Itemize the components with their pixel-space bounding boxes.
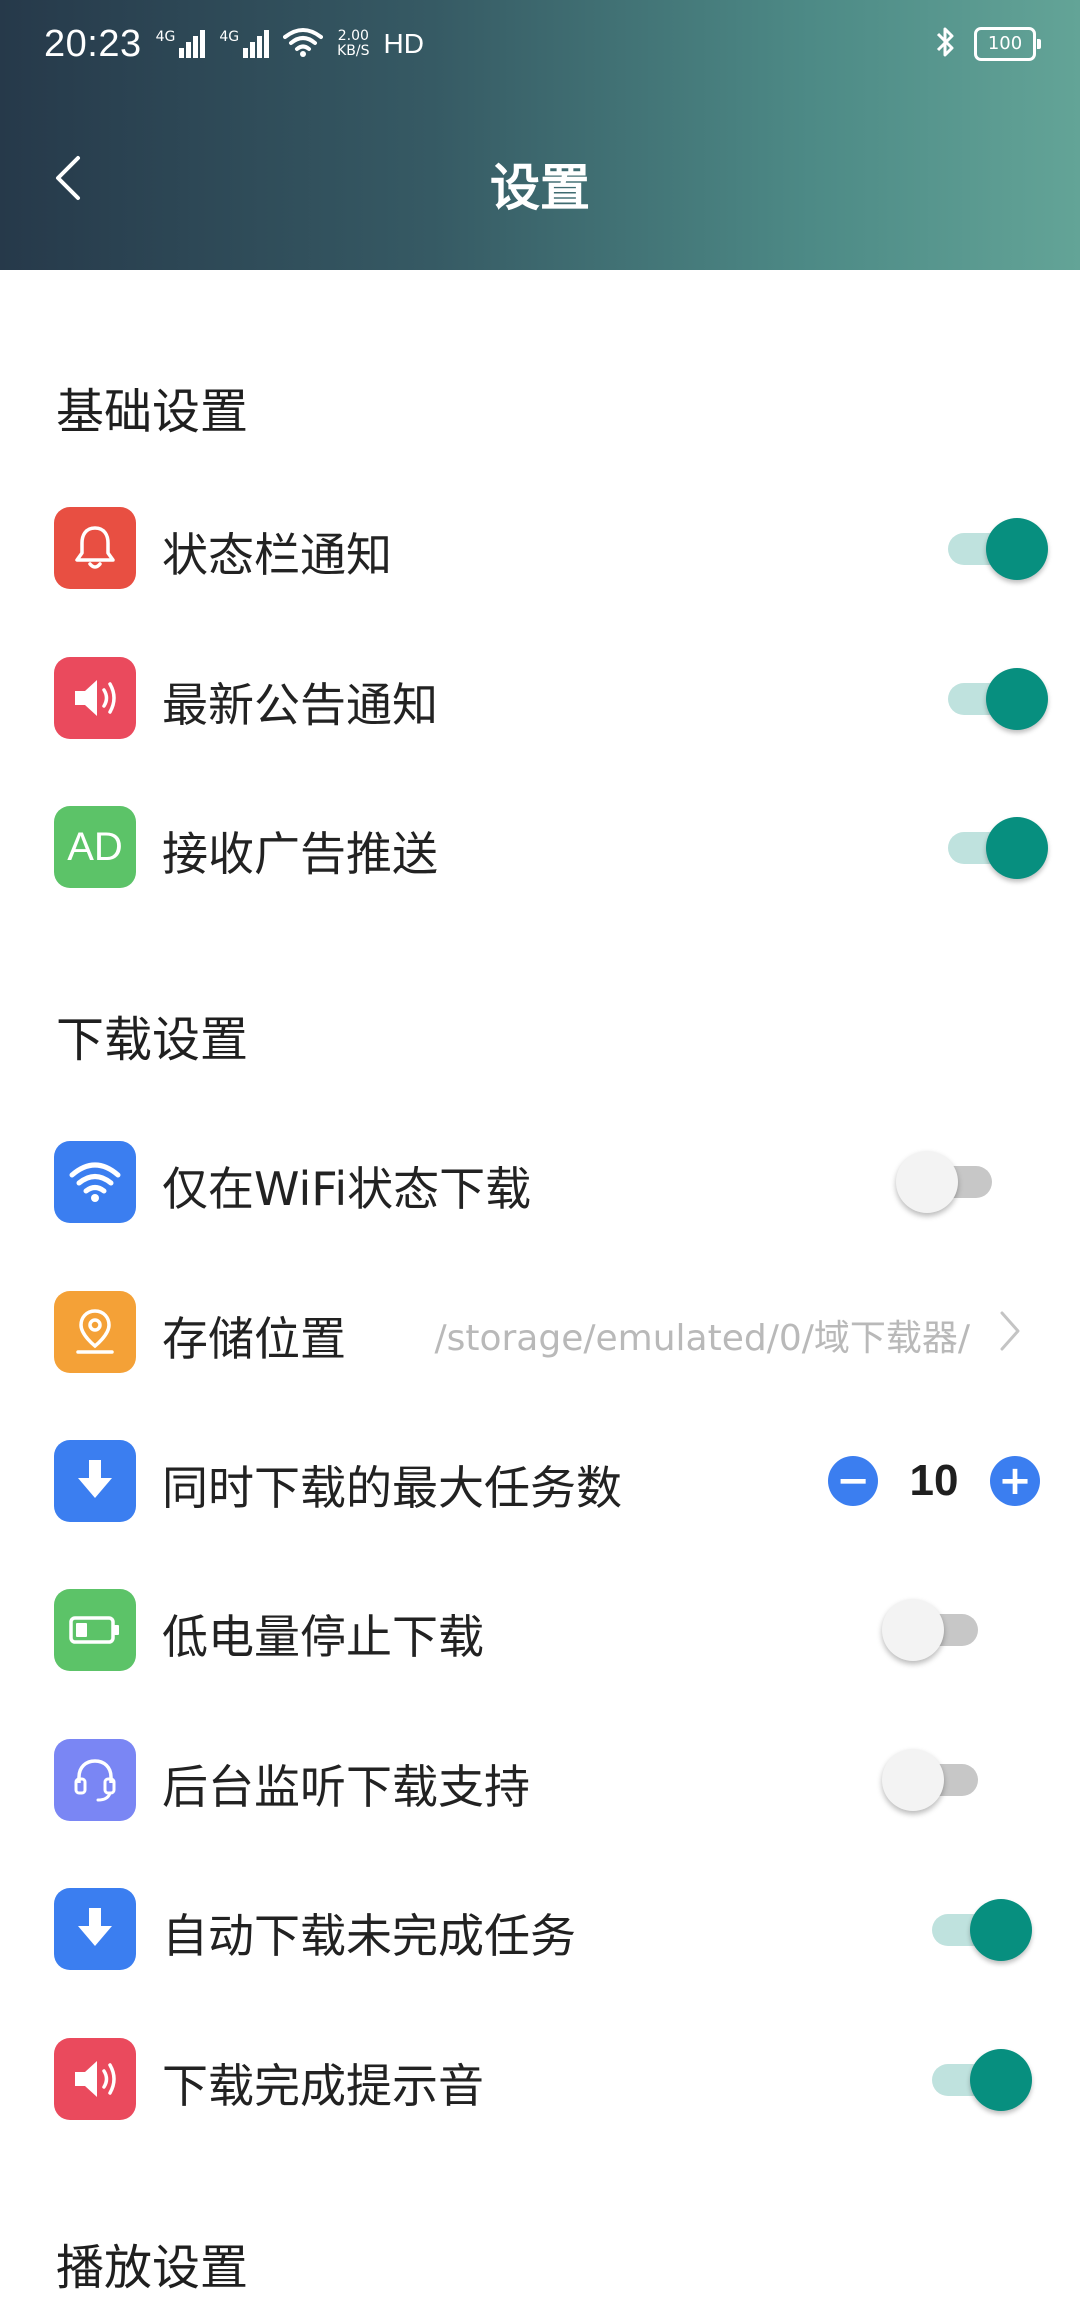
bell-icon <box>54 507 136 589</box>
ad-icon: AD <box>54 806 136 888</box>
setting-row-storage-location[interactable]: 存储位置 /storage/emulated/0/域下载器/ <box>0 1257 1080 1407</box>
setting-row-announcement-notification[interactable]: 最新公告通知 <box>0 623 1080 773</box>
status-notification-toggle[interactable] <box>940 518 1048 580</box>
location-icon <box>54 1291 136 1373</box>
settings-layout: 状态栏通知 最新公告通知 AD 接收广告推送 下载设置 仅在WiFi状态下载 存… <box>0 0 1080 2296</box>
wifi-only-toggle[interactable] <box>896 1151 1000 1213</box>
setting-label: 同时下载的最大任务数 <box>162 1461 622 1515</box>
setting-label: 下载完成提示音 <box>162 2059 484 2113</box>
battery-icon <box>54 1589 136 1671</box>
setting-label: 最新公告通知 <box>162 678 438 732</box>
setting-row-max-tasks: 同时下载的最大任务数 − 10 + <box>0 1406 1080 1556</box>
setting-label: 仅在WiFi状态下载 <box>162 1162 532 1216</box>
setting-row-wifi-only[interactable]: 仅在WiFi状态下载 <box>0 1107 1080 1257</box>
headset-icon <box>54 1739 136 1821</box>
decrement-button[interactable]: − <box>828 1456 878 1506</box>
setting-label: 后台监听下载支持 <box>162 1760 530 1814</box>
setting-row-background-listen[interactable]: 后台监听下载支持 <box>0 1705 1080 1855</box>
low-battery-toggle[interactable] <box>882 1599 986 1661</box>
setting-label: 低电量停止下载 <box>162 1610 484 1664</box>
completion-sound-toggle[interactable] <box>924 2049 1032 2111</box>
speaker-icon <box>54 2038 136 2120</box>
speaker-icon <box>54 657 136 739</box>
ad-push-toggle[interactable] <box>940 817 1048 879</box>
setting-row-status-notification[interactable]: 状态栏通知 <box>0 473 1080 623</box>
download-icon <box>54 1440 136 1522</box>
setting-row-auto-download[interactable]: 自动下载未完成任务 <box>0 1854 1080 2004</box>
download-icon <box>54 1888 136 1970</box>
max-tasks-value: 10 <box>909 1456 959 1505</box>
chevron-right-icon <box>1000 1311 1020 1351</box>
wifi-icon <box>54 1141 136 1223</box>
setting-row-low-battery[interactable]: 低电量停止下载 <box>0 1555 1080 1705</box>
increment-button[interactable]: + <box>990 1456 1040 1506</box>
setting-label: 存储位置 <box>162 1312 346 1366</box>
section-title-download: 下载设置 <box>56 1012 249 1068</box>
setting-row-completion-sound[interactable]: 下载完成提示音 <box>0 2004 1080 2154</box>
setting-row-ad-push[interactable]: AD 接收广告推送 <box>0 772 1080 922</box>
section-title-play: 播放设置 <box>56 2240 249 2296</box>
storage-path-value: /storage/emulated/0/域下载器/ <box>434 1318 970 1359</box>
setting-label: 接收广告推送 <box>162 827 438 881</box>
setting-label: 状态栏通知 <box>162 528 392 582</box>
announcement-notification-toggle[interactable] <box>940 668 1048 730</box>
auto-download-toggle[interactable] <box>924 1899 1032 1961</box>
max-tasks-stepper: − 10 + <box>828 1450 1040 1512</box>
setting-label: 自动下载未完成任务 <box>162 1909 576 1963</box>
background-listen-toggle[interactable] <box>882 1749 986 1811</box>
